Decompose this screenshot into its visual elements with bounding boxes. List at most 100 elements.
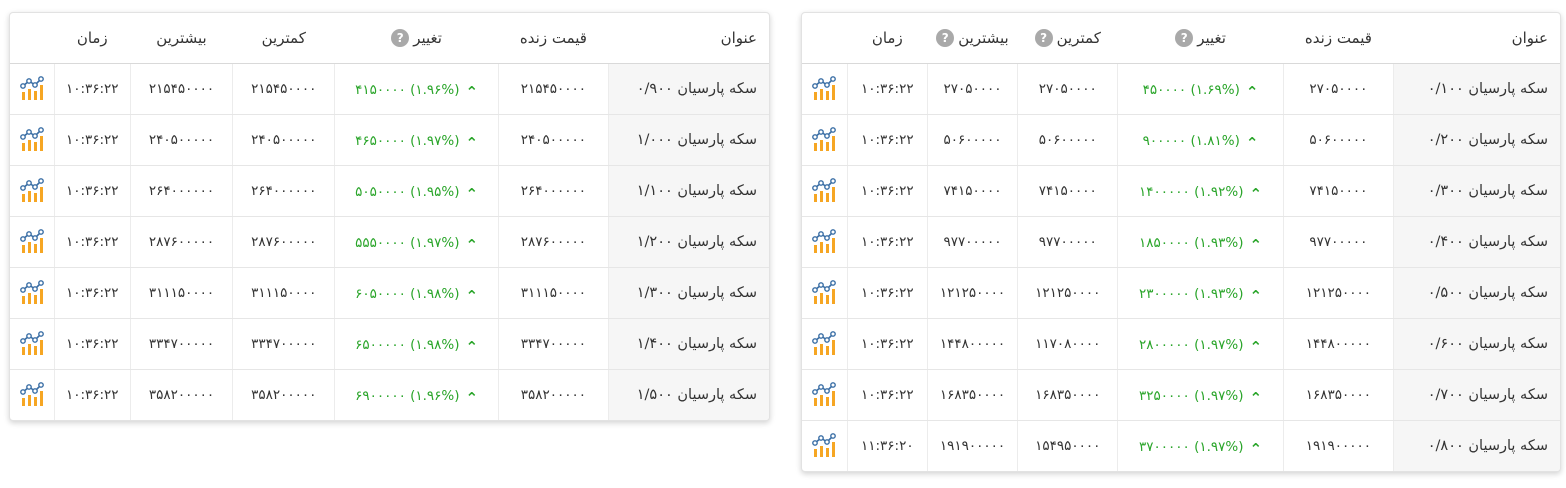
price-table: عنوان قیمت زنده تغییر? کمترین بیشترین زمان سک… xyxy=(10,13,769,420)
change-value-cell: ⌃ ۶۹۰۰۰۰۰ (۱.۹۶%) xyxy=(334,369,499,420)
high-price: ۱۴۴۸۰۰۰۰۰ xyxy=(926,318,1018,370)
low-price: ۱۱۷۰۸۰۰۰۰ xyxy=(1017,318,1118,370)
update-time: ۱۰:۳۶:۲۲ xyxy=(846,165,928,217)
chart-cell xyxy=(802,114,848,166)
column-header-label: تغییر xyxy=(413,28,442,47)
caret-up-icon: ⌃ xyxy=(465,389,479,407)
caret-up-icon: ⌃ xyxy=(1249,236,1263,254)
table-row: سکه پارسیان ۱/۱۰۰ ۲۶۴۰۰۰۰۰۰ ⌃۵۰۵۰۰۰۰ (۱.۹۵… xyxy=(10,165,769,217)
column-header-chart xyxy=(10,13,55,64)
chart-icon[interactable] xyxy=(811,76,837,102)
caret-up-icon: ⌃ xyxy=(1249,185,1263,203)
question-mark-icon[interactable]: ? xyxy=(936,29,955,48)
column-header-title: عنوان xyxy=(608,13,769,64)
change-value: ۲۸۰۰۰۰۰ (۱.۹۷%) xyxy=(1139,337,1244,353)
caret-up-icon: ⌃ xyxy=(465,83,479,101)
coin-title: سکه پارسیان ۱/۲۰۰ xyxy=(608,216,769,268)
high-price: ۹۷۷۰۰۰۰۰ xyxy=(926,216,1018,268)
question-mark-icon[interactable]: ? xyxy=(1034,29,1053,48)
change-value-cell: ⌃ ۴۵۰۰۰۰ (۱.۶۹%) xyxy=(1117,63,1284,115)
chart-icon[interactable] xyxy=(19,229,45,255)
caret-up-icon: ⌃ xyxy=(1245,83,1259,101)
low-price: ۱۵۴۹۵۰۰۰۰ xyxy=(1017,420,1118,471)
coin-title: سکه پارسیان ۰/۶۰۰ xyxy=(1393,318,1560,370)
change-value: ۵۵۵۰۰۰۰ (۱.۹۷%) xyxy=(355,235,460,251)
chart-icon[interactable] xyxy=(19,127,45,153)
low-price: ۵۰۶۰۰۰۰۰ xyxy=(1017,114,1118,166)
change-value-cell: ⌃ ۲۳۰۰۰۰۰ (۱.۹۳%) xyxy=(1117,267,1284,319)
change-value: ۱۴۰۰۰۰۰ (۱.۹۲%) xyxy=(1139,184,1244,200)
high-price: ۷۴۱۵۰۰۰۰ xyxy=(926,165,1018,217)
chart-icon[interactable] xyxy=(811,382,837,408)
chart-icon[interactable] xyxy=(811,280,837,306)
low-price: ۱۶۸۳۵۰۰۰۰ xyxy=(1017,369,1118,421)
caret-up-icon: ⌃ xyxy=(1249,287,1263,305)
update-time: ۱۰:۳۶:۲۲ xyxy=(53,63,131,115)
caret-up-icon: ⌃ xyxy=(1249,338,1263,356)
column-header-low: کمترین? xyxy=(1017,13,1118,64)
high-price: ۳۵۸۲۰۰۰۰۰ xyxy=(129,369,233,420)
low-price: ۲۸۷۶۰۰۰۰۰ xyxy=(232,216,335,268)
live-price: ۲۸۷۶۰۰۰۰۰ xyxy=(497,216,609,268)
change-value-cell: ⌃ ۶۰۵۰۰۰۰ (۱.۹۸%) xyxy=(334,267,499,319)
column-header-label: زمان xyxy=(871,29,903,47)
chart-icon[interactable] xyxy=(811,229,837,255)
coin-title: سکه پارسیان ۰/۷۰۰ xyxy=(1393,369,1560,421)
chart-cell xyxy=(10,267,55,319)
chart-cell xyxy=(10,216,55,268)
update-time: ۱۰:۳۶:۲۲ xyxy=(53,165,131,217)
chart-icon[interactable] xyxy=(19,76,45,102)
update-time: ۱۱:۳۶:۲۰ xyxy=(846,420,928,471)
chart-cell xyxy=(10,114,55,166)
change-value: ۳۲۵۰۰۰۰ (۱.۹۷%) xyxy=(1139,388,1244,404)
chart-icon[interactable] xyxy=(811,178,837,204)
chart-icon[interactable] xyxy=(19,178,45,204)
update-time: ۱۰:۳۶:۲۲ xyxy=(53,369,131,420)
chart-icon[interactable] xyxy=(19,331,45,357)
chart-cell xyxy=(10,318,55,370)
change-value-cell: ⌃ ۳۷۰۰۰۰۰ (۱.۹۷%) xyxy=(1117,420,1284,471)
question-mark-icon[interactable]: ? xyxy=(391,29,410,48)
caret-up-icon: ⌃ xyxy=(465,338,479,356)
chart-icon[interactable] xyxy=(19,280,45,306)
caret-up-icon: ⌃ xyxy=(465,287,479,305)
table-row: سکه پارسیان ۱/۴۰۰ ۳۳۴۷۰۰۰۰۰ ⌃۶۵۰۰۰۰۰ (۱.۹۸… xyxy=(10,318,769,370)
column-header-low: کمترین xyxy=(232,13,335,64)
chart-icon[interactable] xyxy=(19,382,45,408)
column-header-change: تغییر? xyxy=(1117,13,1284,64)
table-row: سکه پارسیان ۰/۹۰۰ ۲۱۵۴۵۰۰۰۰ ⌃۴۱۵۰۰۰۰ (۱.۹۶… xyxy=(10,63,769,115)
chart-icon[interactable] xyxy=(811,127,837,153)
chart-icon[interactable] xyxy=(811,331,837,357)
chart-cell xyxy=(802,63,848,115)
high-price: ۳۱۱۱۵۰۰۰۰ xyxy=(129,267,233,319)
chart-cell xyxy=(10,370,54,421)
update-time: ۱۰:۳۶:۲۲ xyxy=(846,114,928,166)
change-value: ۶۵۰۰۰۰۰ (۱.۹۸%) xyxy=(355,337,460,353)
chart-cell xyxy=(802,216,848,268)
live-price: ۵۰۶۰۰۰۰۰ xyxy=(1282,114,1394,166)
column-header-label: کمترین xyxy=(1056,28,1101,47)
coin-title: سکه پارسیان ۰/۲۰۰ xyxy=(1393,114,1560,166)
high-price: ۳۳۴۷۰۰۰۰۰ xyxy=(129,318,233,370)
change-value: ۴۶۵۰۰۰۰ (۱.۹۷%) xyxy=(355,133,460,149)
column-header-live-price: قیمت زنده xyxy=(498,13,609,64)
change-value: ۴۱۵۰۰۰۰ (۱.۹۶%) xyxy=(355,82,460,98)
update-time: ۱۰:۳۶:۲۲ xyxy=(846,369,928,421)
coin-price-table-left: عنوان قیمت زنده تغییر? کمترین بیشترین زمان سک… xyxy=(9,12,770,421)
coin-price-table-right: عنوان قیمت زنده تغییر? کمترین? بیشترین? زمان … xyxy=(801,12,1561,472)
update-time: ۱۰:۳۶:۲۲ xyxy=(846,216,928,268)
live-price: ۲۱۵۴۵۰۰۰۰ xyxy=(497,63,609,115)
chart-cell xyxy=(10,165,55,217)
table-row: سکه پارسیان ۰/۵۰۰ ۱۲۱۲۵۰۰۰۰ ⌃۲۳۰۰۰۰۰ (۱.۹۳… xyxy=(802,267,1560,319)
high-price: ۱۹۱۹۰۰۰۰۰ xyxy=(926,420,1018,471)
change-value-cell: ⌃ ۱۸۵۰۰۰۰ (۱.۹۳%) xyxy=(1117,216,1284,268)
change-value: ۶۰۵۰۰۰۰ (۱.۹۸%) xyxy=(355,286,460,302)
caret-up-icon: ⌃ xyxy=(465,236,479,254)
change-value: ۴۵۰۰۰۰ (۱.۶۹%) xyxy=(1142,82,1240,98)
high-price: ۲۴۰۵۰۰۰۰۰ xyxy=(129,114,233,166)
column-header-label: تغییر xyxy=(1197,28,1226,47)
low-price: ۷۴۱۵۰۰۰۰ xyxy=(1017,165,1118,217)
low-price: ۲۱۵۴۵۰۰۰۰ xyxy=(232,63,335,115)
question-mark-icon[interactable]: ? xyxy=(1175,29,1194,48)
chart-icon[interactable] xyxy=(811,433,837,459)
